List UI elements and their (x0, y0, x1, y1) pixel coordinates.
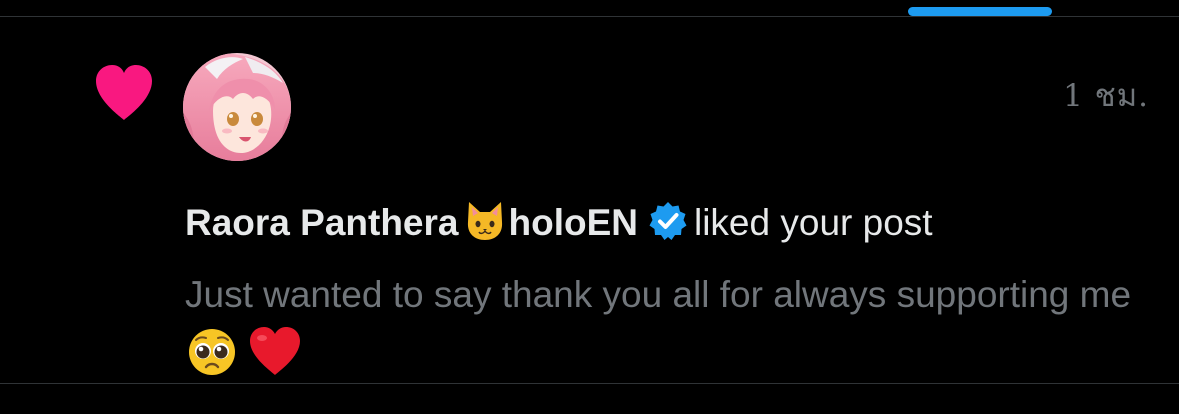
active-tab-indicator (908, 7, 1052, 16)
action-text: liked your post (693, 202, 933, 243)
notification-headline: Raora Panthera holoEN liked your post (185, 198, 933, 245)
heart-icon (96, 65, 152, 120)
user-display-name[interactable]: Raora Panthera (185, 202, 459, 243)
post-text: Just wanted to say thank you all for alw… (185, 274, 1132, 315)
red-heart-icon (250, 327, 300, 375)
bottom-divider (0, 383, 1179, 384)
timestamp: 1 ชม. (1063, 78, 1149, 114)
cat-face-icon (467, 202, 502, 240)
post-snippet[interactable]: Just wanted to say thank you all for alw… (185, 265, 1145, 385)
user-affiliation[interactable]: holoEN (509, 202, 638, 243)
verified-badge-icon (649, 202, 687, 240)
avatar-image (183, 53, 291, 161)
pleading-face-icon (189, 329, 235, 375)
like-notification[interactable]: 1 ชม. Raora Panthera holoEN liked your p… (0, 17, 1179, 383)
avatar[interactable] (183, 53, 291, 161)
